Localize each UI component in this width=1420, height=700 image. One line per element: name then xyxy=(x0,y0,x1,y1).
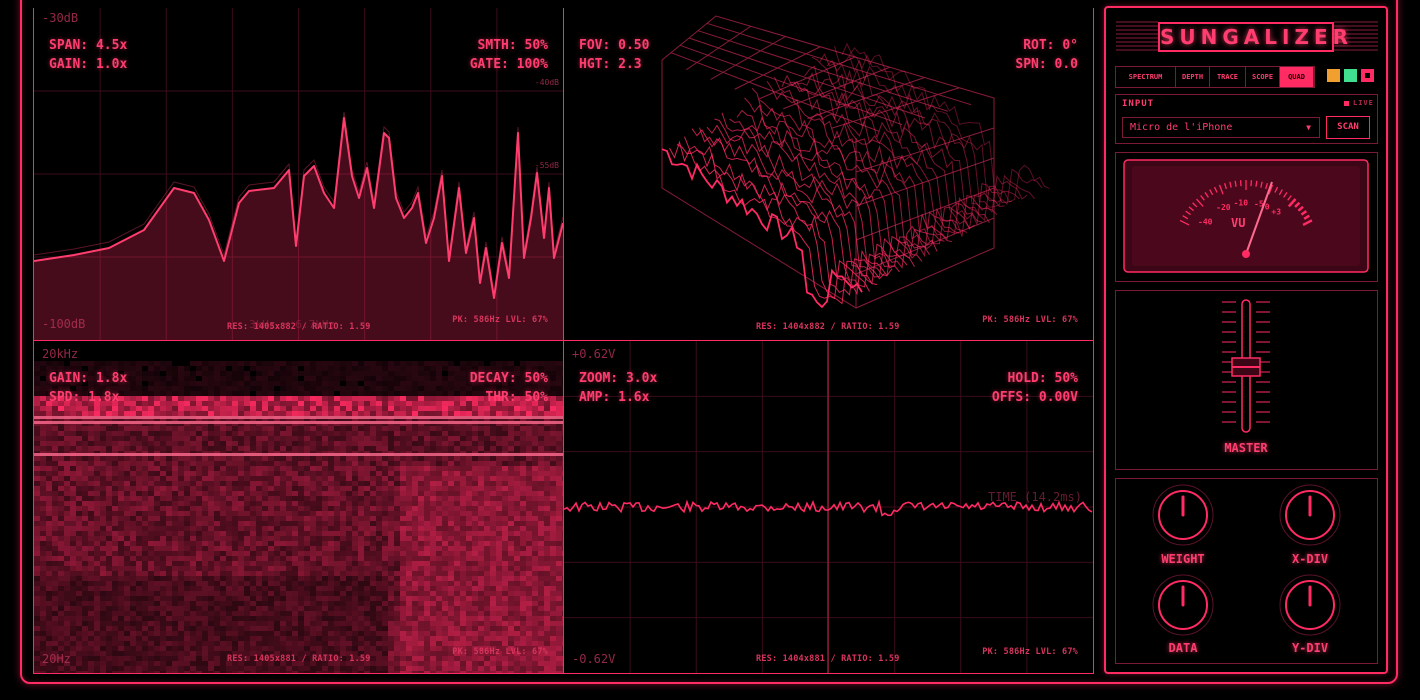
spectrum-axis-top: -30dB xyxy=(42,11,79,25)
live-label: LIVE xyxy=(1353,99,1374,107)
weight-label: WEIGHT xyxy=(1161,552,1205,566)
input-device-select[interactable]: Micro de l'iPhone ▼ xyxy=(1122,117,1320,138)
scope-axis-top: +0.62V xyxy=(572,347,616,361)
spectrum-axis-bottom: -100dB xyxy=(42,317,86,331)
depth-plot xyxy=(661,15,1050,309)
tab-quad[interactable]: QUAD xyxy=(1280,67,1314,87)
vu-scale-5: +3 xyxy=(1271,208,1281,217)
vu-meter: -40-20-10 -5 0+3 xyxy=(1123,159,1369,273)
depth-fov: FOV: 0.50 xyxy=(579,38,650,53)
chevron-down-icon: ▼ xyxy=(1306,123,1311,132)
tab-depth[interactable]: DEPTH xyxy=(1176,67,1210,87)
view-tabs: SPECTRUM DEPTH TRACE SCOPE QUAD xyxy=(1115,66,1315,88)
input-label: INPUT xyxy=(1122,99,1155,109)
trace-gain: GAIN: 1.8x xyxy=(49,371,128,386)
trace-decay: DECAY: 50% xyxy=(469,371,548,386)
spectrum-view[interactable]: -30dB -100dB -40dB -55dB 3kHz · 6.7kHz S… xyxy=(34,8,563,340)
input-device-value: Micro de l'iPhone xyxy=(1130,122,1233,133)
trace-axis-bottom: 20Hz xyxy=(42,652,71,666)
trace-res: RES: 1405x881 / RATIO: 1.59 xyxy=(227,654,371,664)
tab-spectrum[interactable]: SPECTRUM xyxy=(1116,67,1176,87)
depth-view[interactable]: FOV: 0.50 HGT: 2.3 ROT: 0° SPN: 0.0 RES:… xyxy=(564,8,1093,340)
master-fader[interactable] xyxy=(1206,298,1286,448)
live-indicator-icon xyxy=(1344,101,1349,106)
y-div-label: Y-DIV xyxy=(1291,641,1329,655)
depth-peak: PK: 586Hz LVL: 67% xyxy=(982,315,1078,325)
quad-border-left xyxy=(33,8,34,673)
trace-spd: SPD: 1.8x xyxy=(49,390,120,405)
tab-scope[interactable]: SCOPE xyxy=(1246,67,1280,87)
scope-time-label: TIME (14.2ms) xyxy=(988,490,1082,504)
theme-swatch-amber[interactable] xyxy=(1327,69,1340,82)
vu-label: VU xyxy=(1231,216,1246,230)
app-title: SUNGALIZER xyxy=(1158,22,1348,52)
spectrum-axis-right-2: -55dB xyxy=(534,161,559,170)
scope-peak: PK: 586Hz LVL: 67% xyxy=(982,647,1078,657)
vu-scale-4: 0 xyxy=(1265,203,1270,212)
trace-axis-top: 20kHz xyxy=(42,347,79,361)
theme-swatch-green[interactable] xyxy=(1344,69,1357,82)
depth-rot: ROT: 0° xyxy=(1023,38,1078,53)
trace-view[interactable]: 20kHz 20Hz GAIN: 1.8x SPD: 1.8x DECAY: 5… xyxy=(34,341,563,673)
data-knob[interactable] xyxy=(1150,572,1216,638)
vu-scale-0: -40 xyxy=(1198,218,1213,227)
spectrum-gate: GATE: 100% xyxy=(469,57,548,72)
scope-view[interactable]: +0.62V -0.62V ZOOM: 3.0x AMP: 1.6x HOLD:… xyxy=(564,341,1093,673)
quad-divider-h xyxy=(34,340,1093,341)
scope-amp: AMP: 1.6x xyxy=(579,390,650,405)
x-div-label: X-DIV xyxy=(1291,552,1329,566)
scope-zoom: ZOOM: 3.0x xyxy=(579,371,658,386)
scope-hold: HOLD: 50% xyxy=(1007,371,1078,386)
spectrum-gain: GAIN: 1.0x xyxy=(49,57,128,72)
vu-scale-1: -20 xyxy=(1216,203,1231,212)
tab-trace[interactable]: TRACE xyxy=(1210,67,1246,87)
weight-knob[interactable] xyxy=(1150,482,1216,548)
trace-thr: THR: 50% xyxy=(485,390,548,405)
trace-peak: PK: 586Hz LVL: 67% xyxy=(452,647,548,657)
scope-offs: OFFS: 0.00V xyxy=(991,390,1078,405)
spectrum-res: RES: 1405x882 / RATIO: 1.59 xyxy=(227,322,371,332)
spectrum-span: SPAN: 4.5x xyxy=(49,38,128,53)
scope-axis-bottom: -0.62V xyxy=(572,652,616,666)
spectrum-smth: SMTH: 50% xyxy=(477,38,548,53)
scan-button[interactable]: SCAN xyxy=(1326,116,1370,139)
quad-border-right xyxy=(1093,8,1094,673)
theme-swatch-pink[interactable] xyxy=(1361,69,1374,82)
spectrum-peak: PK: 586Hz LVL: 67% xyxy=(452,315,548,325)
depth-hgt: HGT: 2.3 xyxy=(579,57,642,72)
vu-scale-2: -10 xyxy=(1234,198,1249,207)
depth-res: RES: 1404x882 / RATIO: 1.59 xyxy=(756,322,900,332)
x-div-knob[interactable] xyxy=(1277,482,1343,548)
spectrum-axis-right-1: -40dB xyxy=(534,78,559,87)
quad-border-bottom xyxy=(33,673,1094,674)
y-div-knob[interactable] xyxy=(1277,572,1343,638)
master-label: MASTER xyxy=(1224,441,1268,455)
scope-res: RES: 1404x881 / RATIO: 1.59 xyxy=(756,654,900,664)
swatch-selected-mark xyxy=(1365,73,1370,78)
depth-spn: SPN: 0.0 xyxy=(1015,57,1078,72)
data-label: DATA xyxy=(1168,641,1198,655)
